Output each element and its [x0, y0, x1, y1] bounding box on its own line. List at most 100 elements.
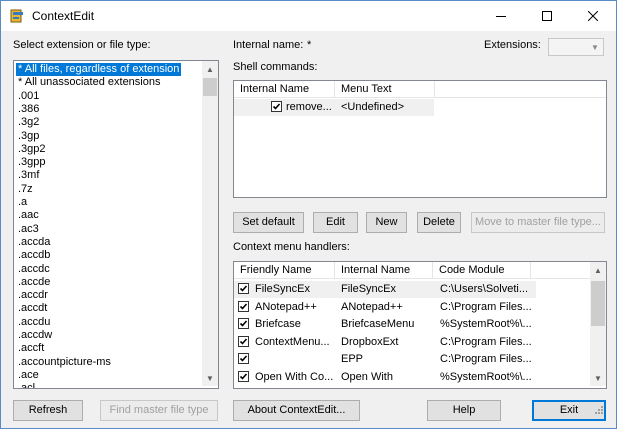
column-code-module[interactable]: Code Module: [433, 262, 531, 278]
minimize-icon: [496, 16, 506, 17]
minimize-button[interactable]: [478, 1, 524, 31]
handlers-label: Context menu handlers:: [233, 241, 350, 253]
list-item[interactable]: .7z: [16, 183, 35, 196]
cell-code-module: C:\Program Files...: [440, 335, 532, 348]
checkmark-icon: [272, 103, 281, 110]
maximize-icon: [542, 11, 552, 21]
maximize-button[interactable]: [524, 1, 570, 31]
scroll-down-icon[interactable]: ▼: [590, 370, 606, 386]
checkbox[interactable]: [238, 283, 249, 294]
list-item[interactable]: .accdb: [16, 249, 52, 262]
table-row[interactable]: EPP C:\Program Files...: [234, 351, 588, 368]
list-item[interactable]: .001: [16, 90, 41, 103]
cell-friendly-name: ContextMenu...: [255, 335, 330, 348]
find-master-button[interactable]: Find master file type: [100, 400, 218, 421]
checkmark-icon: [239, 303, 248, 310]
cell-internal-name: Open With: [341, 371, 393, 383]
window-title: ContextEdit: [32, 9, 95, 23]
resize-grip-icon[interactable]: [592, 405, 604, 417]
checkbox[interactable]: [238, 353, 249, 365]
chevron-down-icon[interactable]: ▼: [587, 39, 603, 55]
extension-list[interactable]: * All files, regardless of extension * Al…: [13, 60, 219, 389]
new-button[interactable]: New: [366, 212, 407, 233]
cell-friendly-name: Briefcase: [255, 318, 301, 331]
checkbox[interactable]: [271, 101, 282, 112]
move-to-master-button[interactable]: Move to master file type...: [471, 212, 605, 233]
scroll-up-icon[interactable]: ▲: [202, 61, 218, 77]
scroll-down-icon[interactable]: ▼: [202, 370, 218, 386]
title-bar[interactable]: ContextEdit: [1, 1, 616, 31]
cell-code-module: C:\Program Files...: [440, 353, 532, 366]
extension-list-label: Select extension or file type:: [13, 39, 151, 51]
extensions-label: Extensions:: [484, 39, 541, 51]
checkbox[interactable]: [238, 371, 249, 382]
cell-internal-name: remove...: [286, 101, 332, 113]
list-item[interactable]: .accdt: [16, 302, 49, 315]
column-internal-name[interactable]: Internal Name: [335, 262, 433, 278]
checkbox[interactable]: [238, 300, 249, 312]
list-item[interactable]: .acl: [16, 382, 37, 388]
list-item[interactable]: .3g2: [16, 116, 41, 129]
cell-code-module: C:\Users\Solveti...: [440, 283, 529, 295]
checkmark-icon: [239, 320, 248, 327]
set-default-button[interactable]: Set default: [233, 212, 304, 233]
list-item[interactable]: .3mf: [16, 169, 41, 182]
list-item[interactable]: * All unassociated extensions: [16, 76, 162, 89]
table-row[interactable]: remove... <Undefined>: [234, 99, 434, 116]
checkmark-icon: [239, 373, 248, 380]
close-icon: [588, 11, 598, 21]
list-item[interactable]: .accda: [16, 236, 52, 249]
scroll-thumb[interactable]: [203, 78, 217, 96]
list-item[interactable]: .3gp2: [16, 143, 48, 156]
scroll-up-icon[interactable]: ▲: [590, 262, 606, 278]
list-item[interactable]: .accountpicture-ms: [16, 356, 113, 369]
table-row[interactable]: ContextMenu... DropboxExt C:\Program Files…: [234, 334, 588, 351]
extensions-combo[interactable]: ▼: [548, 38, 604, 56]
cell-internal-name: DropboxExt: [341, 335, 399, 348]
list-item[interactable]: .accft: [16, 342, 46, 355]
column-menu-text[interactable]: Menu Text: [335, 81, 435, 97]
list-item[interactable]: .a: [16, 196, 29, 209]
about-button[interactable]: About ContextEdit...: [233, 400, 360, 421]
column-friendly-name[interactable]: Friendly Name: [234, 262, 335, 278]
cell-internal-name: BriefcaseMenu: [341, 318, 415, 331]
list-item[interactable]: .ace: [16, 369, 41, 382]
list-item[interactable]: .accdu: [16, 316, 52, 329]
cell-internal-name: ANotepad++: [341, 300, 403, 313]
cell-menu-text: <Undefined>: [341, 101, 404, 113]
checkbox[interactable]: [238, 318, 249, 330]
table-row[interactable]: Open With Co... Open With %SystemRoot%\...: [234, 369, 588, 386]
handlers-list[interactable]: Friendly Name Internal Name Code Module …: [233, 261, 607, 389]
list-item[interactable]: * All files, regardless of extension: [16, 63, 182, 76]
help-button[interactable]: Help: [427, 400, 501, 421]
list-item[interactable]: .accdr: [16, 289, 50, 302]
table-row[interactable]: FileSyncEx FileSyncEx C:\Users\Solveti...: [234, 281, 536, 298]
list-item[interactable]: .3gp: [16, 130, 41, 143]
table-row[interactable]: Briefcase BriefcaseMenu %SystemRoot%\...: [234, 316, 588, 333]
edit-button[interactable]: Edit: [313, 212, 358, 233]
list-item[interactable]: .accdw: [16, 329, 54, 342]
cell-internal-name: EPP: [341, 353, 364, 366]
column-internal-name[interactable]: Internal Name: [234, 81, 335, 97]
checkbox[interactable]: [238, 335, 249, 347]
refresh-button[interactable]: Refresh: [13, 400, 83, 421]
list-item[interactable]: .386: [16, 103, 41, 116]
handlers-scrollbar[interactable]: ▲ ▼: [590, 262, 606, 386]
list-item[interactable]: .3gpp: [16, 156, 48, 169]
extension-list-scrollbar[interactable]: ▲ ▼: [202, 61, 218, 386]
list-item[interactable]: .accdc: [16, 263, 52, 276]
list-item[interactable]: .accde: [16, 276, 52, 289]
checkmark-icon: [239, 338, 248, 345]
list-item[interactable]: .ac3: [16, 223, 41, 236]
list-item[interactable]: .aac: [16, 209, 41, 222]
cell-code-module: %SystemRoot%\...: [440, 318, 532, 331]
checkmark-icon: [239, 285, 248, 292]
shell-commands-list[interactable]: Internal Name Menu Text remove... <Undefi…: [233, 80, 607, 198]
table-row[interactable]: ANotepad++ ANotepad++ C:\Program Files...: [234, 299, 588, 316]
handlers-header: Friendly Name Internal Name Code Module: [234, 262, 590, 279]
close-button[interactable]: [570, 1, 616, 31]
scroll-thumb[interactable]: [591, 281, 605, 326]
cell-friendly-name: FileSyncEx: [255, 283, 311, 295]
delete-button[interactable]: Delete: [417, 212, 461, 233]
app-window: ContextEdit Select extension or file typ…: [0, 0, 617, 429]
